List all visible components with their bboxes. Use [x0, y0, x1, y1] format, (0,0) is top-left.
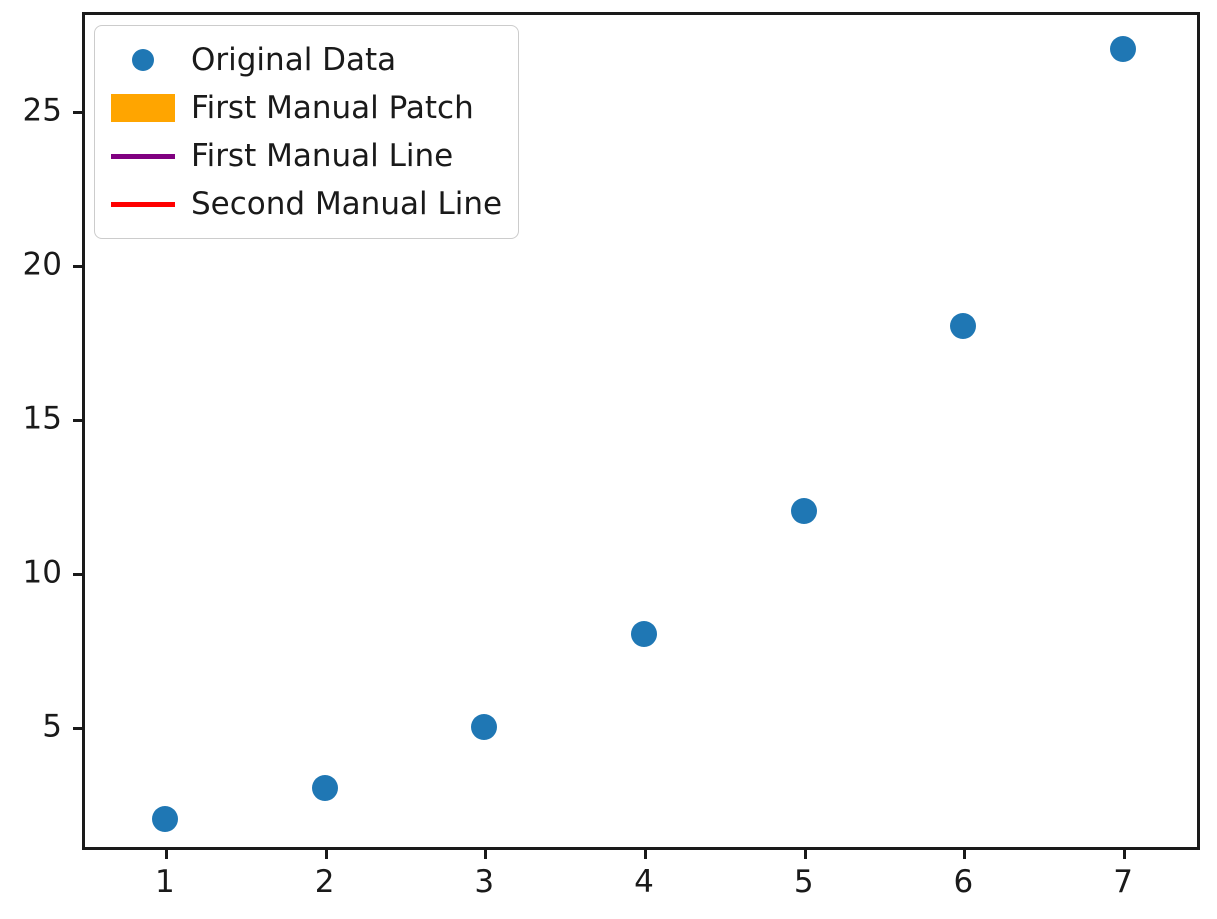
legend-entry[interactable]: First Manual Line	[107, 132, 502, 180]
legend-patch-icon	[107, 94, 179, 122]
x-tick-mark	[484, 847, 488, 859]
circle-marker-icon	[132, 49, 154, 71]
chart-legend[interactable]: Original Data First Manual Patch First Man…	[94, 25, 520, 239]
x-tick-label: 5	[793, 864, 814, 900]
data-point	[311, 775, 338, 802]
x-tick-label: 6	[953, 864, 974, 900]
legend-entry-label: Second Manual Line	[191, 185, 503, 222]
x-tick-mark	[803, 847, 807, 859]
legend-line-icon	[107, 153, 179, 159]
y-tick-label: 20	[22, 246, 62, 283]
y-tick-label: 5	[42, 708, 62, 745]
y-tick-mark	[73, 418, 85, 422]
legend-entry[interactable]: Original Data	[107, 36, 502, 84]
y-tick-mark	[73, 726, 85, 730]
x-tick-label: 2	[314, 864, 335, 900]
x-tick-mark	[1123, 847, 1127, 859]
y-tick-mark	[73, 572, 85, 576]
legend-entry-label: First Manual Patch	[191, 89, 474, 126]
data-point	[471, 713, 498, 740]
legend-line-icon	[107, 201, 179, 207]
line-segment-icon	[111, 153, 175, 159]
rectangle-patch-icon	[111, 94, 175, 122]
legend-marker-icon	[107, 49, 179, 71]
legend-entry[interactable]: Second Manual Line	[107, 180, 502, 228]
legend-entry-label: First Manual Line	[191, 137, 454, 174]
data-point	[151, 806, 178, 833]
legend-entry-label: Original Data	[191, 41, 397, 78]
x-tick-label: 3	[474, 864, 495, 900]
data-point	[631, 621, 657, 648]
data-point	[1110, 35, 1137, 62]
y-tick-label: 25	[22, 92, 62, 128]
data-point	[950, 313, 977, 340]
data-point	[790, 498, 817, 525]
plot-axes: 5 10 15 20 25 1 2 3 4 5 6 7 Original Data First Man…	[23, 12, 1200, 898]
figure-canvas: 5 10 15 20 25 1 2 3 4 5 6 7 Original Data First Man…	[0, 0, 1217, 919]
x-tick-label: 7	[1113, 864, 1133, 900]
x-tick-label: 1	[154, 864, 175, 900]
y-tick-label: 10	[22, 554, 62, 591]
line-segment-icon	[111, 201, 175, 207]
y-tick-mark	[73, 110, 85, 114]
x-tick-mark	[164, 847, 168, 859]
x-tick-mark	[963, 847, 967, 859]
y-tick-label: 15	[22, 400, 62, 437]
y-tick-mark	[73, 264, 85, 268]
x-tick-label: 4	[634, 864, 654, 900]
legend-entry[interactable]: First Manual Patch	[107, 84, 502, 132]
x-tick-mark	[644, 847, 647, 859]
x-tick-mark	[324, 847, 328, 859]
